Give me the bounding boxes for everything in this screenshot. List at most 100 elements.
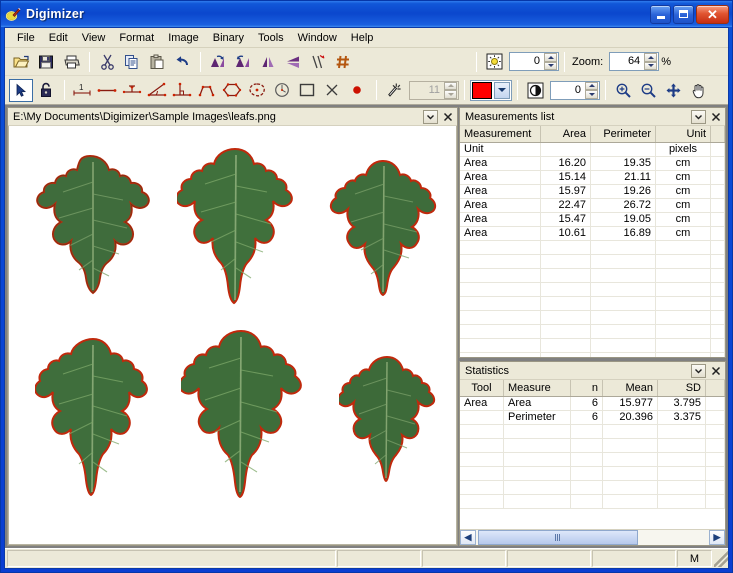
cell-sd[interactable]: 3.795: [658, 397, 706, 410]
cell-measurement[interactable]: Area: [460, 227, 541, 240]
cell-measurement[interactable]: [460, 241, 541, 254]
cell-measure[interactable]: [504, 481, 571, 494]
cell-perimeter[interactable]: [591, 311, 656, 324]
cell-unit[interactable]: [656, 325, 711, 338]
cell-measurement[interactable]: Area: [460, 213, 541, 226]
cell-mean[interactable]: [603, 481, 658, 494]
cell-unit[interactable]: [656, 339, 711, 352]
menu-view[interactable]: View: [75, 30, 113, 46]
cell-perimeter[interactable]: 26.72: [591, 199, 656, 212]
cell-perimeter[interactable]: 16.89: [591, 227, 656, 240]
leaf-outline-6[interactable]: [339, 354, 437, 482]
contrast-value[interactable]: 0: [551, 82, 585, 99]
cell-perimeter[interactable]: [591, 255, 656, 268]
cell-unit[interactable]: cm: [656, 171, 711, 184]
cell-measurement[interactable]: [460, 255, 541, 268]
header-mean[interactable]: Mean: [603, 380, 658, 396]
circle-icon[interactable]: [270, 79, 294, 102]
cell-measure[interactable]: [504, 425, 571, 438]
brightness-icon[interactable]: [482, 50, 506, 73]
cell-n[interactable]: [571, 453, 603, 466]
header-perimeter[interactable]: Perimeter: [591, 126, 656, 142]
pan-icon[interactable]: [661, 79, 685, 102]
brightness-down-button[interactable]: [544, 62, 557, 71]
table-row[interactable]: Area15.1421.11cm: [460, 171, 725, 185]
cell-area[interactable]: [541, 269, 591, 282]
distance-icon[interactable]: 1: [70, 79, 94, 102]
cell-unit[interactable]: [656, 353, 711, 357]
cell-area[interactable]: [541, 241, 591, 254]
cell-perimeter[interactable]: 19.35: [591, 157, 656, 170]
cell-n[interactable]: [571, 481, 603, 494]
table-row[interactable]: Unitpixels: [460, 143, 725, 157]
cross-marker-icon[interactable]: [320, 79, 344, 102]
cell-unit[interactable]: [656, 269, 711, 282]
cell-area[interactable]: [541, 311, 591, 324]
save-icon[interactable]: [34, 50, 58, 73]
header-tool[interactable]: Tool: [460, 380, 504, 396]
closed-spline-icon[interactable]: [245, 79, 269, 102]
cell-area[interactable]: 15.14: [541, 171, 591, 184]
cell-measurement[interactable]: Area: [460, 185, 541, 198]
flip-vertical-icon[interactable]: [281, 50, 305, 73]
table-row[interactable]: [460, 467, 725, 481]
cell-unit[interactable]: [656, 283, 711, 296]
minimize-button[interactable]: [650, 5, 671, 24]
cell-tool[interactable]: [460, 411, 504, 424]
cell-perimeter[interactable]: 19.05: [591, 213, 656, 226]
cell-unit[interactable]: cm: [656, 185, 711, 198]
cell-perimeter[interactable]: [591, 353, 656, 357]
cell-perimeter[interactable]: 21.11: [591, 171, 656, 184]
cell-mean[interactable]: [603, 453, 658, 466]
table-row[interactable]: [460, 269, 725, 283]
measurements-panel-menu-icon[interactable]: [691, 110, 706, 124]
cell-measurement[interactable]: [460, 269, 541, 282]
cell-area[interactable]: [541, 297, 591, 310]
open-icon[interactable]: [9, 50, 33, 73]
cell-measurement[interactable]: [460, 297, 541, 310]
close-button[interactable]: ✕: [696, 5, 729, 24]
menu-help[interactable]: Help: [344, 30, 381, 46]
rectangle-icon[interactable]: [295, 79, 319, 102]
scroll-right-icon[interactable]: ▶: [709, 530, 725, 545]
cell-measure[interactable]: [504, 453, 571, 466]
cell-area[interactable]: 22.47: [541, 199, 591, 212]
cell-unit[interactable]: cm: [656, 227, 711, 240]
table-row[interactable]: Area15.9719.26cm: [460, 185, 725, 199]
maximize-button[interactable]: [673, 5, 694, 24]
menu-format[interactable]: Format: [112, 30, 161, 46]
menu-image[interactable]: Image: [161, 30, 206, 46]
curve-icon[interactable]: [195, 79, 219, 102]
cell-area[interactable]: [541, 325, 591, 338]
cell-n[interactable]: [571, 467, 603, 480]
leaf-outline-3[interactable]: [327, 158, 443, 296]
flip-horizontal-icon[interactable]: [256, 50, 280, 73]
cell-sd[interactable]: [658, 481, 706, 494]
contrast-spinner[interactable]: 0: [550, 81, 600, 100]
cell-mean[interactable]: [603, 467, 658, 480]
leaf-outline-1[interactable]: [27, 152, 157, 297]
table-row[interactable]: [460, 425, 725, 439]
cell-sd[interactable]: [658, 439, 706, 452]
header-sd[interactable]: SD: [658, 380, 706, 396]
cell-tool[interactable]: [460, 439, 504, 452]
measurements-panel-close-icon[interactable]: [708, 110, 723, 124]
cell-n[interactable]: 6: [571, 397, 603, 410]
lock-icon[interactable]: [34, 79, 58, 102]
arrow-select-icon[interactable]: [9, 79, 33, 102]
cell-measure[interactable]: Perimeter: [504, 411, 571, 424]
table-row[interactable]: [460, 495, 725, 509]
cell-area[interactable]: 15.97: [541, 185, 591, 198]
table-row[interactable]: AreaArea615.9773.795: [460, 397, 725, 411]
rotate-right-icon[interactable]: [231, 50, 255, 73]
table-row[interactable]: Perimeter620.3963.375: [460, 411, 725, 425]
cell-mean[interactable]: [603, 495, 658, 508]
header-area[interactable]: Area: [541, 126, 591, 142]
zoom-in-icon[interactable]: [611, 79, 635, 102]
cell-measurement[interactable]: [460, 311, 541, 324]
cell-perimeter[interactable]: [591, 143, 656, 156]
cell-measurement[interactable]: [460, 325, 541, 338]
menu-tools[interactable]: Tools: [251, 30, 291, 46]
statistics-panel-menu-icon[interactable]: [691, 364, 706, 378]
statistics-rows[interactable]: AreaArea615.9773.795Perimeter620.3963.37…: [460, 397, 725, 529]
